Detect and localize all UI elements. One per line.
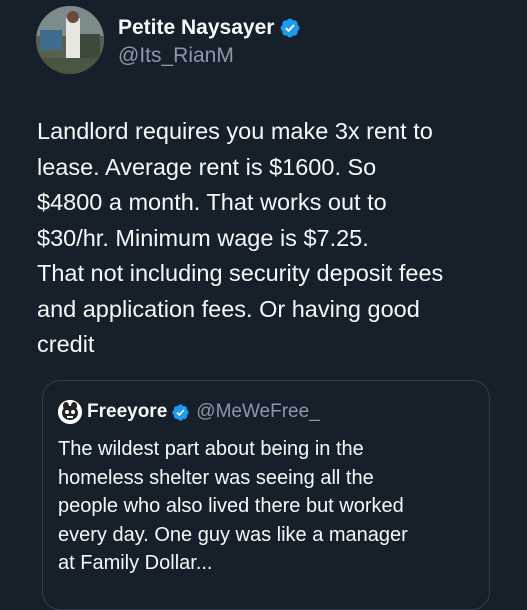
quoted-tweet-card[interactable]: Freeyore @MeWeFree_ The wildest part abo…: [42, 380, 490, 610]
quoted-handle[interactable]: @MeWeFree_: [196, 401, 319, 423]
quoted-display-name[interactable]: Freeyore: [87, 401, 167, 423]
author-display-name[interactable]: Petite Naysayer: [118, 16, 274, 40]
quoted-tweet-text: The wildest part about being in the home…: [58, 438, 408, 574]
verified-badge-icon: [281, 18, 300, 38]
author-handle[interactable]: @Its_RianM: [118, 44, 234, 68]
quoted-verified-badge-icon: [172, 403, 189, 421]
tweet-text: Landlord requires you make 3x rent to le…: [37, 118, 444, 357]
freeyore-avatar-icon[interactable]: [58, 400, 82, 424]
author-name-row: Petite Naysayer: [118, 14, 301, 42]
author-avatar-image: [36, 6, 104, 74]
freeyore-avatar-image: [58, 400, 82, 424]
quoted-tweet-header: Freeyore @MeWeFree_: [58, 399, 320, 425]
author-avatar[interactable]: [36, 6, 104, 74]
